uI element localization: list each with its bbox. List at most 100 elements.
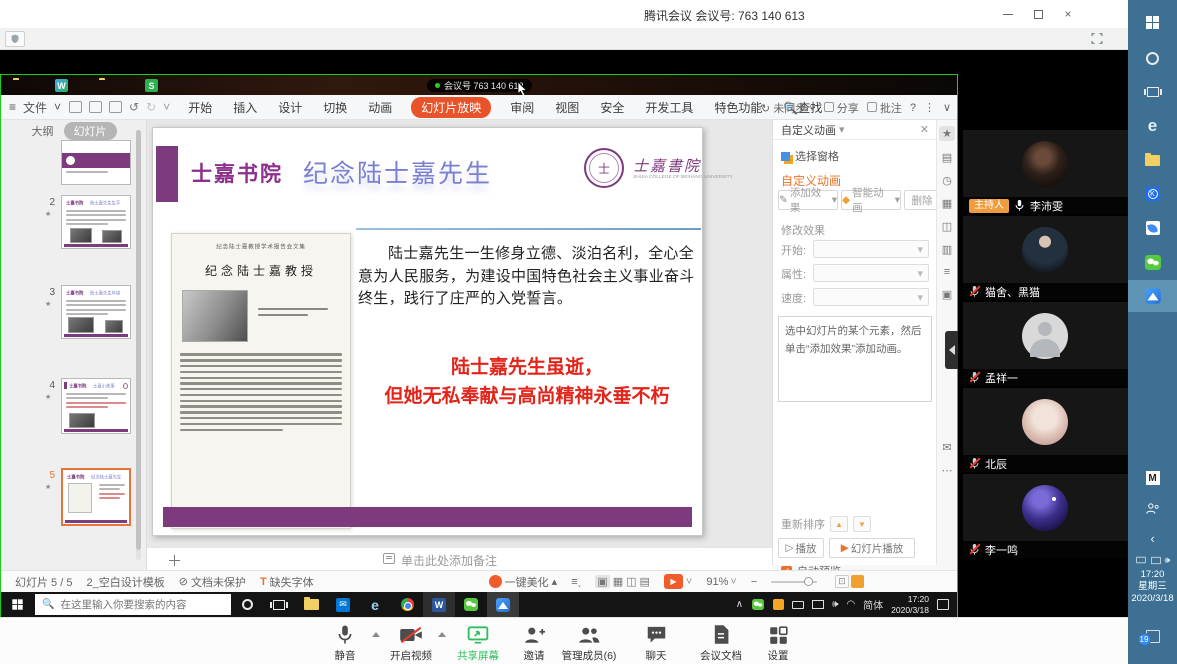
smart-animation-button[interactable]: ◆智能动画▾ (841, 190, 901, 210)
invite-button[interactable]: 邀请 (503, 623, 565, 663)
share-button[interactable]: 分享 (824, 100, 859, 116)
display-icon[interactable] (1151, 556, 1161, 563)
maximize-button[interactable] (1026, 0, 1050, 28)
save-icon[interactable] (69, 101, 82, 113)
speed-dropdown[interactable]: ▾ (813, 288, 929, 306)
desktop-app-icon[interactable]: W (55, 79, 68, 92)
notes-bar[interactable]: ＋ 单击此处添加备注 (147, 547, 773, 570)
share-screen-button[interactable]: 共享屏幕 (447, 623, 509, 663)
missing-font-status[interactable]: T 缺失字体 (260, 574, 314, 590)
network-icon[interactable]: ◠ (846, 599, 855, 610)
tab-transition[interactable]: 切换 (321, 97, 349, 118)
tab-design[interactable]: 设计 (276, 97, 304, 118)
table-pane-icon[interactable]: ◫ (942, 220, 952, 233)
chart-pane-icon[interactable]: ≡ (944, 266, 950, 278)
participant-tile[interactable]: 孟祥一 (963, 302, 1128, 386)
sync-status[interactable]: ↻ 未同步 ˅ (761, 100, 816, 116)
template-name[interactable]: 2_空白设计模板 (86, 574, 164, 590)
undo-icon[interactable]: ↺ (129, 100, 139, 114)
current-slide[interactable]: 士嘉书院 纪念陆士嘉先生 士 士嘉書院 SHIJIA COLLEGE OF BE… (152, 127, 703, 536)
security-shield-button[interactable] (5, 31, 25, 47)
zoom-caret-icon[interactable]: ˅ (730, 576, 736, 588)
slide-thumbnail-5-selected[interactable]: 士嘉书院纪念陆士嘉先生 (61, 468, 131, 526)
participant-tile-host[interactable]: 主持人 李沛雯 (963, 130, 1128, 214)
settings-pane-icon[interactable]: ▣ (942, 288, 952, 301)
participant-tile[interactable]: 猫舍、黑猫 (963, 216, 1128, 300)
close-button[interactable]: × (1056, 0, 1080, 28)
master-view-icon[interactable]: ▤ (640, 575, 650, 588)
action-center-icon[interactable] (937, 599, 949, 610)
keyboard-icon[interactable] (1136, 557, 1146, 563)
play-button[interactable]: ▷ 播放 (778, 538, 824, 558)
edge-button-right[interactable]: e (1128, 110, 1177, 142)
protection-status[interactable]: ⊘ 文档未保护 (179, 574, 246, 590)
property-dropdown[interactable]: ▾ (813, 264, 929, 282)
print-icon[interactable] (89, 101, 102, 113)
slide-thumbnail-2[interactable]: 士嘉书院陆士嘉先生生平 (61, 195, 131, 249)
keyboard-icon[interactable] (792, 601, 804, 609)
history-pane-icon[interactable]: ◷ (942, 174, 952, 187)
taskbar-search[interactable]: 🔍 (35, 594, 231, 615)
clock-right[interactable]: 17:20 星期三 2020/3/18 (1128, 566, 1177, 608)
tencent-meeting-button[interactable] (487, 592, 519, 617)
tab-animation[interactable]: 动画 (366, 97, 394, 118)
move-up-button[interactable]: ▲ (830, 516, 848, 532)
meeting-docs-button[interactable]: 会议文档 (690, 623, 752, 663)
m-app-button[interactable]: M (1128, 462, 1177, 494)
tab-home[interactable]: 开始 (186, 97, 214, 118)
bird-app-button[interactable] (1128, 212, 1177, 244)
print-pane-icon[interactable]: ▦ (942, 197, 952, 210)
wechat-button-right[interactable] (1128, 246, 1177, 278)
comment-button[interactable]: 批注 (867, 100, 902, 116)
beautify-button[interactable]: 一键美化 ▴ (489, 574, 558, 590)
more-menu-icon[interactable]: ⋮ (924, 101, 935, 114)
slide-sorter-icon[interactable]: ▦ (613, 575, 623, 588)
start-dropdown[interactable]: ▾ (813, 240, 929, 258)
mail-pane-icon[interactable]: ✉ (942, 441, 951, 454)
word-button[interactable]: W (423, 592, 455, 617)
shapes-pane-icon[interactable]: ▤ (942, 151, 952, 164)
ime-language[interactable]: 简体 (863, 597, 883, 612)
new-slide-plus-button[interactable]: ＋ (167, 550, 182, 571)
select-pane-button[interactable]: 选择窗格 (781, 148, 839, 164)
chat-button[interactable]: 聊天 (625, 623, 687, 663)
settings-button[interactable]: 设置 (747, 623, 809, 663)
wechat-button[interactable] (455, 592, 487, 617)
edge-button[interactable]: e (359, 592, 391, 617)
search-input[interactable] (60, 599, 220, 611)
participant-tile[interactable]: 北辰 (963, 388, 1128, 472)
explorer-button[interactable] (295, 592, 327, 617)
cortana-button-right[interactable] (1128, 42, 1177, 74)
cortana-button[interactable] (231, 592, 263, 617)
slideshow-play-button[interactable]: ▶幻灯片播放 (829, 538, 915, 558)
manage-members-button[interactable]: 管理成员(6) (558, 623, 620, 663)
delete-effect-button[interactable]: 删除 (904, 190, 940, 210)
chrome-button[interactable] (391, 592, 423, 617)
fullscreen-button[interactable] (1090, 32, 1104, 50)
slides-tab-active[interactable]: 幻灯片 (64, 122, 117, 140)
zoom-percent[interactable]: 91% (706, 576, 728, 588)
volume-icon[interactable]: 🕪 (832, 599, 838, 610)
video-options-caret[interactable] (438, 632, 446, 637)
zoom-out-button[interactable]: − (751, 576, 757, 588)
outline-tab[interactable]: 大纲 (32, 123, 54, 139)
tab-view[interactable]: 视图 (553, 97, 581, 118)
help-button[interactable]: ? (910, 102, 916, 114)
move-down-button[interactable]: ▼ (853, 516, 871, 532)
start-video-button[interactable]: 开启视频 (380, 623, 442, 663)
start-button-right[interactable] (1128, 6, 1177, 38)
people-button[interactable] (1128, 492, 1177, 524)
mute-button[interactable]: 静音 (314, 623, 376, 663)
fit-window-icon[interactable]: ⊡ (835, 575, 849, 588)
tray-wechat-icon[interactable] (752, 599, 764, 610)
zoom-slider[interactable] (771, 581, 817, 583)
participant-tile[interactable]: 李一鸣 (963, 474, 1128, 558)
slide-thumbnail-3[interactable]: 士嘉书院陆士嘉先生年谱 (61, 285, 131, 339)
collapse-ribbon-icon[interactable]: ∨ (943, 101, 951, 114)
display-icon[interactable] (812, 600, 824, 609)
tray-sogou-icon[interactable] (773, 599, 784, 610)
tab-review[interactable]: 审阅 (508, 97, 536, 118)
outline-level-icon[interactable]: ≡˯ (571, 576, 581, 588)
start-button[interactable] (1, 592, 33, 617)
tray-expand-icon[interactable]: ∧ (736, 599, 743, 610)
